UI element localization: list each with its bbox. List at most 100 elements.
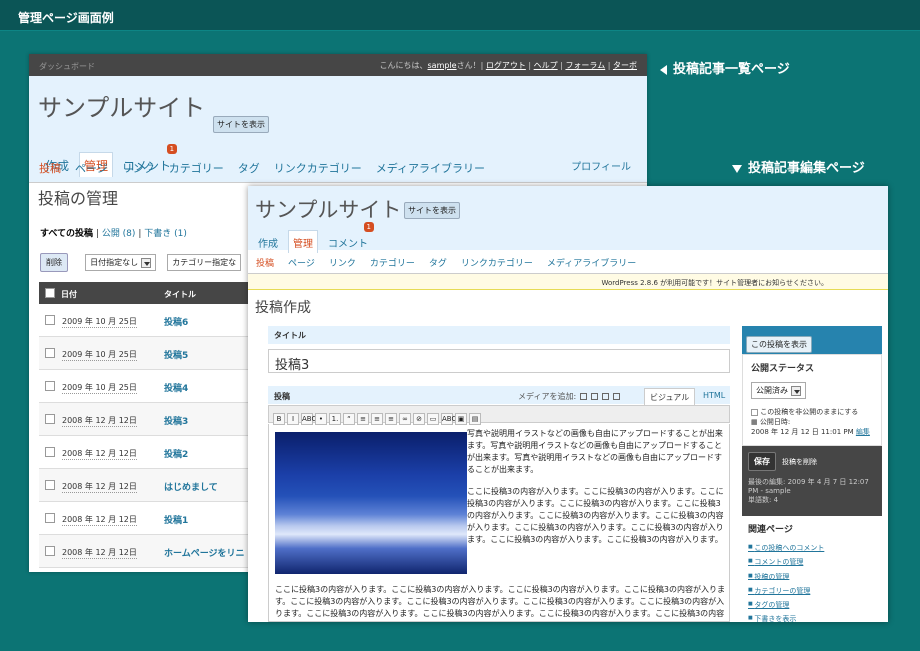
submenu-categories[interactable]: カテゴリー	[370, 259, 415, 269]
submenu-media-library[interactable]: メディアライブラリー	[547, 259, 636, 269]
related-link[interactable]: 下書きを表示	[748, 612, 876, 622]
toolbar-button[interactable]: I	[287, 412, 299, 425]
row-title-link[interactable]: 投稿5	[164, 348, 188, 361]
row-checkbox[interactable]	[45, 513, 55, 523]
submenu-categories[interactable]: カテゴリー	[169, 162, 224, 175]
row-title-link[interactable]: 投稿1	[164, 513, 188, 526]
row-checkbox[interactable]	[45, 480, 55, 490]
toolbar-button[interactable]: 1.	[329, 412, 341, 425]
row-checkbox[interactable]	[45, 414, 55, 424]
user-link[interactable]: sample	[428, 61, 457, 70]
toolbar-button[interactable]: ABC	[301, 412, 316, 425]
forest-photo	[275, 432, 467, 574]
related-link[interactable]: タグの管理	[748, 598, 876, 612]
toolbar-button[interactable]: ABC	[441, 412, 456, 425]
related-link[interactable]: カテゴリーの管理	[748, 584, 876, 598]
save-box: 保存 投稿を削除 最後の編集: 2009 年 4 月 7 日 12:07 PM -…	[742, 446, 882, 516]
toolbar-button[interactable]: ≡	[385, 412, 397, 425]
submenu-posts[interactable]: 投稿	[256, 259, 274, 269]
help-link[interactable]: ヘルプ	[534, 61, 558, 70]
toolbar-button[interactable]: ⊘	[413, 412, 425, 425]
submenu-links[interactable]: リンク	[122, 162, 155, 175]
row-date: 2009 年 10 月 25日	[62, 317, 137, 328]
title-input[interactable]: 投稿3	[268, 349, 730, 373]
caption-edit-page: 投稿記事編集ページ	[732, 157, 865, 176]
row-checkbox[interactable]	[45, 315, 55, 325]
submenu-posts[interactable]: 投稿	[39, 162, 61, 175]
submenu-link-categories[interactable]: リンクカテゴリー	[461, 259, 533, 269]
submenu-links[interactable]: リンク	[329, 259, 356, 269]
toolbar-button[interactable]: ▭	[427, 412, 439, 425]
related-link[interactable]: コメントの管理	[748, 555, 876, 569]
page-heading: 投稿作成	[255, 300, 311, 316]
status-select[interactable]: 公開済み	[751, 382, 806, 399]
row-title-link[interactable]: 投稿4	[164, 381, 188, 394]
tab-html[interactable]: HTML	[698, 388, 730, 403]
editor-toolbar: B I ABC • 1. “≡ ≡ ≡ ∞ ⊘ ▭ ABC▣ ▤	[268, 405, 730, 425]
keep-private-checkbox[interactable]	[751, 408, 758, 416]
edit-date-link[interactable]: 編集	[856, 428, 870, 436]
submenu-tags[interactable]: タグ	[429, 259, 447, 269]
keep-private-option[interactable]: この投稿を非公開のままにする	[751, 407, 873, 417]
submenu-pages[interactable]: ページ	[75, 162, 108, 175]
tab-manage[interactable]: 管理	[288, 230, 318, 253]
view-post-button[interactable]: この投稿を表示	[746, 336, 812, 353]
delete-post-link[interactable]: 投稿を削除	[782, 458, 817, 466]
view-site-button[interactable]: サイトを表示	[404, 202, 460, 219]
logout-link[interactable]: ログアウト	[486, 61, 526, 70]
category-filter-select[interactable]: カテゴリー指定な	[167, 254, 242, 271]
toolbar-button[interactable]: B	[273, 412, 285, 425]
row-title-link[interactable]: 投稿6	[164, 315, 188, 328]
add-audio-icon[interactable]	[602, 393, 610, 400]
chevron-down-icon	[141, 257, 152, 268]
tab-comments[interactable]: コメント 1	[324, 222, 374, 253]
profile-link[interactable]: プロフィール	[571, 158, 631, 173]
toolbar-button[interactable]: “	[343, 412, 355, 425]
save-button[interactable]: 保存	[748, 452, 776, 471]
row-checkbox[interactable]	[45, 381, 55, 391]
dashboard-link[interactable]: ダッシュボード	[39, 61, 95, 72]
row-checkbox[interactable]	[45, 348, 55, 358]
related-link[interactable]: この投稿へのコメント	[748, 541, 876, 555]
row-checkbox[interactable]	[45, 447, 55, 457]
toolbar-button[interactable]: •	[315, 412, 327, 425]
toolbar-button[interactable]: ▣	[455, 412, 467, 425]
submenu-tags[interactable]: タグ	[238, 162, 260, 175]
row-checkbox[interactable]	[45, 546, 55, 556]
toolbar-button[interactable]: ∞	[399, 412, 411, 425]
submenu-media-library[interactable]: メディアライブラリー	[376, 162, 485, 175]
forum-link[interactable]: フォーラム	[565, 61, 605, 70]
add-media-icon[interactable]	[613, 393, 621, 400]
body-paragraph: ここに投稿3の内容が入ります。ここに投稿3の内容が入ります。ここに投稿3の内容が…	[275, 585, 725, 618]
chevron-down-icon	[791, 385, 801, 396]
sidebar-head: この投稿を表示	[742, 326, 882, 354]
toolbar-button[interactable]: ≡	[371, 412, 383, 425]
row-title-link[interactable]: 投稿3	[164, 414, 188, 427]
tab-create[interactable]: 作成	[254, 231, 282, 253]
row-title-link[interactable]: 投稿2	[164, 447, 188, 460]
toolbar-button[interactable]: ▤	[469, 412, 481, 425]
add-image-icon[interactable]	[580, 393, 588, 400]
submenu-pages[interactable]: ページ	[288, 259, 315, 269]
date-filter-select[interactable]: 日付指定なし	[85, 254, 157, 271]
toolbar-button[interactable]: ≡	[357, 412, 369, 425]
related-link[interactable]: 投稿の管理	[748, 570, 876, 584]
row-title-link[interactable]: はじめまして	[164, 480, 218, 493]
filter-published[interactable]: 公開 (8)	[102, 229, 136, 239]
row-title-link[interactable]: ホームページをリニ	[164, 546, 245, 559]
tab-visual[interactable]: ビジュアル	[644, 388, 696, 406]
editor-content[interactable]: 写真や説明用イラストなどの画像も自由にアップロードすることが出来ます。写真や説明…	[268, 424, 730, 622]
update-notice: WordPress 2.8.6 が利用可能です！サイト管理者にお知らせください。	[248, 274, 888, 290]
view-site-button[interactable]: サイトを表示	[213, 116, 269, 133]
editor-header: 投稿 メディアを追加: ビジュアル HTML	[268, 386, 730, 406]
add-video-icon[interactable]	[591, 393, 599, 400]
turbo-link[interactable]: ターボ	[613, 61, 637, 70]
filter-draft[interactable]: 下書き (1)	[144, 229, 187, 239]
submenu-link-categories[interactable]: リンクカテゴリー	[274, 162, 362, 175]
delete-button[interactable]: 削除	[40, 253, 68, 272]
main-tabs: 作成 管理 コメント 1	[254, 222, 378, 253]
select-all-checkbox[interactable]	[45, 288, 55, 298]
filter-all[interactable]: すべての投稿	[40, 229, 93, 239]
body-paragraph: ここに投稿3の内容が入ります。ここに投稿3の内容が入ります。ここに投稿3の内容が…	[467, 487, 724, 544]
status-title: 公開ステータス	[751, 364, 815, 374]
